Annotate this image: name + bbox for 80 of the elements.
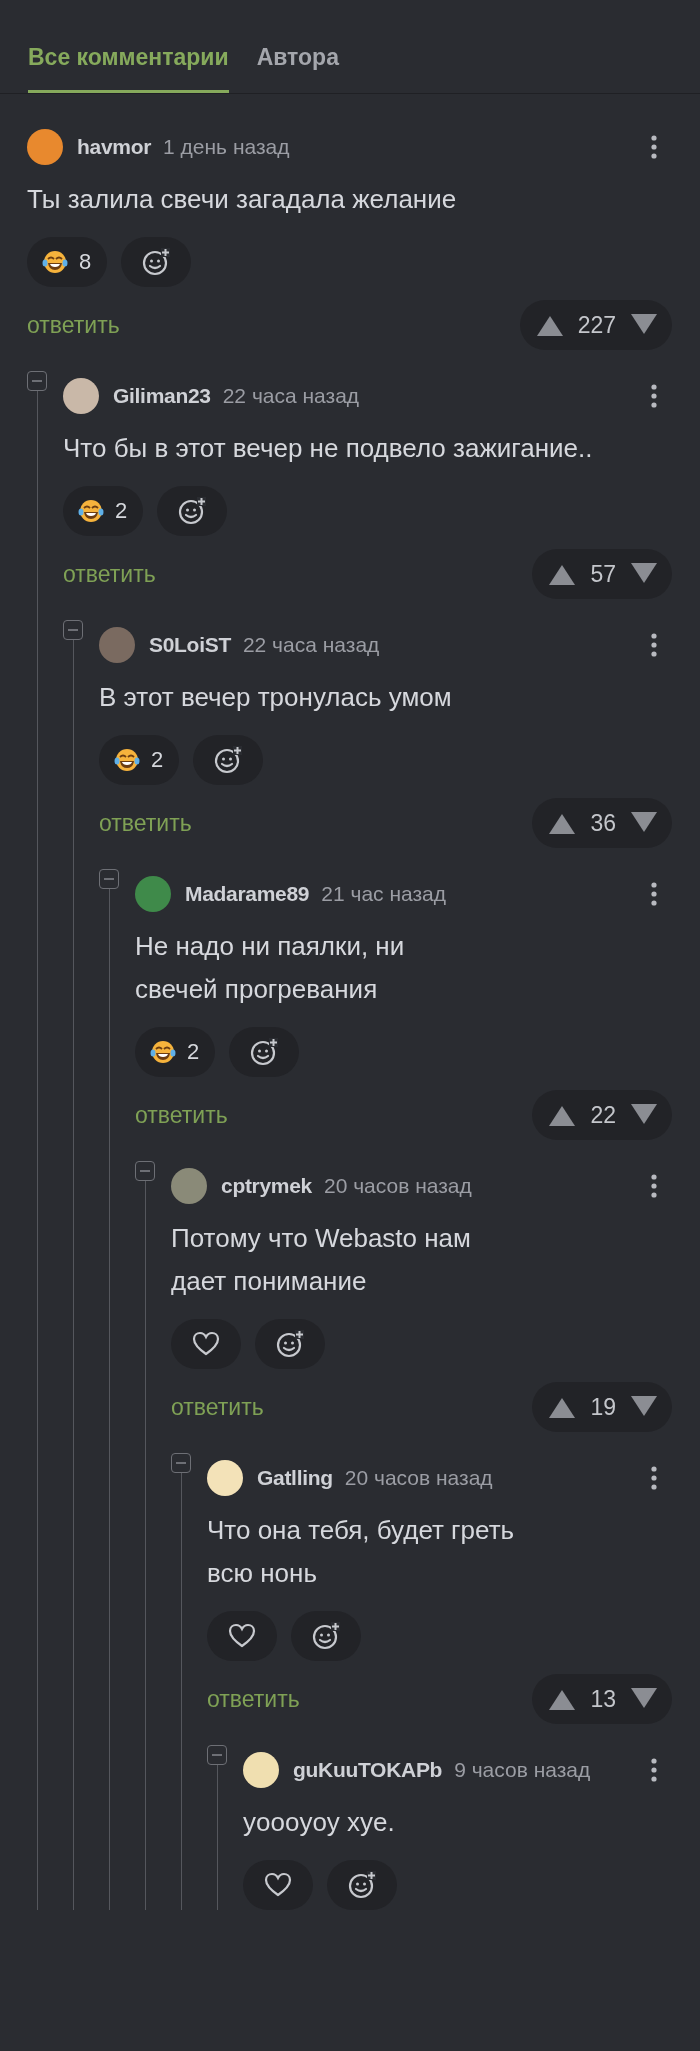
reaction-button[interactable]: 8 — [27, 237, 108, 287]
collapse-button[interactable] — [207, 1745, 227, 1765]
add-reaction-button[interactable] — [255, 1319, 325, 1369]
comment-text: Что бы в этот вечер не подвело зажигание.. — [63, 432, 594, 465]
author-name[interactable]: S0LoiST — [149, 633, 231, 657]
comment-text: В этот вечер тронулась умом — [99, 681, 453, 714]
collapse-button[interactable] — [27, 371, 47, 391]
like-button[interactable] — [171, 1319, 241, 1369]
reaction-button[interactable]: 2 — [99, 735, 180, 785]
reply-link[interactable]: ответить — [207, 1685, 300, 1713]
tab[interactable]: Все комментарии — [28, 0, 229, 93]
rating: 22 — [590, 1101, 616, 1129]
heart-icon — [228, 1622, 256, 1650]
comment-time: 20 часов назад — [324, 1174, 472, 1198]
comment-time: 22 часа назад — [242, 633, 380, 657]
more-icon[interactable] — [651, 383, 657, 409]
collapse-button[interactable] — [63, 620, 83, 640]
more-icon[interactable] — [651, 134, 657, 160]
rating: 36 — [590, 809, 616, 837]
laughing-emoji-icon — [149, 1038, 177, 1066]
add-emoji-icon — [141, 247, 172, 277]
add-emoji-icon — [347, 1870, 377, 1900]
reply-link[interactable]: ответить — [135, 1101, 228, 1129]
collapse-button[interactable] — [171, 1453, 191, 1473]
comment-text: Ты залила свечи загадала желание — [27, 183, 458, 216]
add-reaction-button[interactable] — [229, 1027, 300, 1077]
reaction-button[interactable]: 2 — [135, 1027, 216, 1077]
add-reaction-button[interactable] — [157, 486, 228, 536]
more-icon[interactable] — [651, 1465, 657, 1491]
collapse-button[interactable] — [135, 1161, 155, 1181]
author-name[interactable]: havmor — [77, 135, 152, 159]
add-reaction-button[interactable] — [291, 1611, 361, 1661]
avatar[interactable] — [63, 378, 99, 414]
collapse-button[interactable] — [99, 869, 119, 889]
more-icon[interactable] — [651, 1757, 657, 1783]
author-name[interactable]: Madarame89 — [185, 882, 310, 906]
like-button[interactable] — [207, 1611, 277, 1661]
heart-icon — [192, 1330, 220, 1358]
add-emoji-icon — [249, 1037, 280, 1067]
comment-time: 20 часов назад — [344, 1466, 493, 1490]
rating: 13 — [590, 1685, 616, 1713]
author-name[interactable]: Giliman23 — [113, 384, 211, 408]
author-name[interactable]: guKuuTOKAPb — [293, 1758, 443, 1782]
add-emoji-icon — [177, 496, 208, 526]
comment-text: yoooyoy xye. — [243, 1806, 396, 1839]
reaction-button[interactable]: 2 — [63, 486, 144, 536]
more-icon[interactable] — [651, 632, 657, 658]
add-reaction-button[interactable] — [327, 1860, 397, 1910]
like-button[interactable] — [243, 1860, 313, 1910]
comment-text: Не надо ни паялки, ни свечей прогревания — [135, 930, 406, 1006]
add-emoji-icon — [311, 1621, 341, 1651]
rating: 227 — [577, 311, 616, 339]
laughing-emoji-icon — [77, 497, 105, 525]
comment-time: 21 час назад — [321, 882, 446, 906]
comment-text: Потому что Webasto нам дает понимание — [171, 1222, 472, 1298]
avatar[interactable] — [243, 1752, 279, 1788]
more-icon[interactable] — [651, 881, 657, 907]
add-emoji-icon — [275, 1329, 305, 1359]
reply-link[interactable]: ответить — [63, 560, 156, 588]
comment-time: 22 часа назад — [222, 384, 360, 408]
author-name[interactable]: Gatlling — [257, 1466, 333, 1490]
comment-text: Что она тебя, будет греть всю нонь — [207, 1514, 516, 1590]
rating: 19 — [590, 1393, 616, 1421]
laughing-emoji-icon — [113, 746, 141, 774]
tab[interactable]: Автора — [256, 0, 339, 93]
reply-link[interactable]: ответить — [99, 809, 192, 837]
comment-time: 1 день назад — [163, 135, 290, 159]
heart-icon — [264, 1871, 292, 1899]
reply-link[interactable]: ответить — [27, 311, 120, 339]
more-icon[interactable] — [651, 1173, 657, 1199]
add-reaction-button[interactable] — [121, 237, 192, 287]
comment-time: 9 часов назад — [454, 1758, 591, 1782]
add-reaction-button[interactable] — [193, 735, 264, 785]
reply-link[interactable]: ответить — [171, 1393, 264, 1421]
author-name[interactable]: cptrymek — [221, 1174, 312, 1198]
laughing-emoji-icon — [41, 248, 69, 276]
add-emoji-icon — [213, 745, 244, 775]
avatar[interactable] — [207, 1460, 243, 1496]
rating: 57 — [590, 560, 616, 588]
avatar[interactable] — [27, 129, 63, 165]
